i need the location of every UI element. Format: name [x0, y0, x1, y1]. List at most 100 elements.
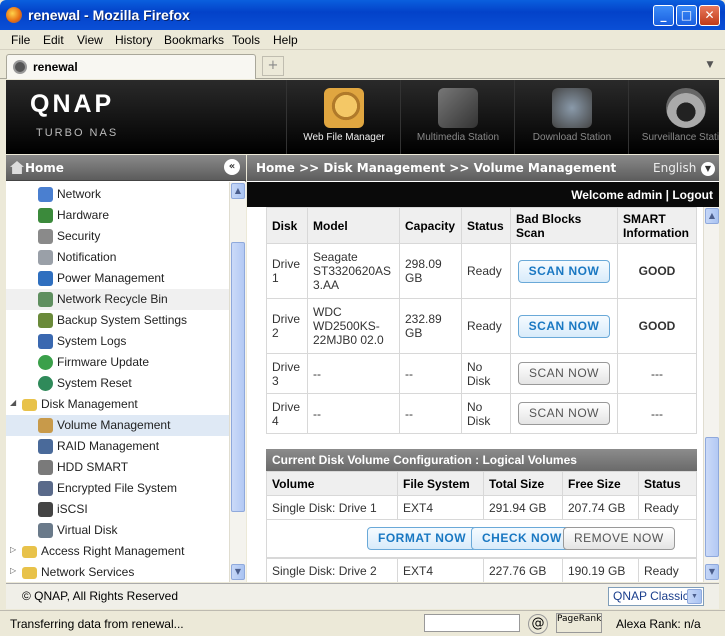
sidebar-item-network-recycle-bin[interactable]: Network Recycle Bin [6, 289, 230, 310]
sidebar-scrollbar[interactable]: ▲ ▼ [229, 182, 246, 582]
sidebar-item-system-logs[interactable]: System Logs [6, 331, 230, 352]
check-now-button[interactable]: CHECK NOW [471, 527, 573, 550]
sidebar-item-system-reset[interactable]: System Reset [6, 373, 230, 394]
alexa-rank: Alexa Rank: n/a [616, 617, 701, 631]
qnap-subtitle: Turbo NAS [36, 127, 119, 139]
collapse-arrow-icon[interactable]: ◢ [10, 398, 16, 407]
page-footer: © QNAP, All Rights Reserved QNAP Classic… [6, 583, 719, 609]
menu-file[interactable]: File [11, 33, 30, 47]
column-header-smart: SMART Information [617, 207, 697, 244]
scan-now-button[interactable]: SCAN NOW [517, 259, 611, 283]
table-row: Single Disk: Drive 2 EXT4 227.76 GB 190.… [266, 558, 697, 582]
scan-now-button[interactable]: SCAN NOW [518, 402, 610, 425]
app-download-station[interactable]: Download Station [514, 80, 628, 154]
at-icon[interactable]: @ [528, 614, 548, 634]
folder-icon [22, 567, 37, 579]
status-text: Transferring data from renewal... [10, 617, 184, 631]
backup-icon [38, 313, 53, 328]
menu-edit[interactable]: Edit [43, 33, 64, 47]
qnap-header: QNAP Turbo NAS Web File Manager Multimed… [6, 80, 719, 154]
sidebar-item-hardware[interactable]: Hardware [6, 205, 230, 226]
sidebar-item-access-right-management[interactable]: ▷ Access Right Management [6, 541, 230, 562]
sidebar-item-network-services[interactable]: ▷ Network Services [6, 562, 230, 582]
volume-icon [38, 418, 53, 433]
menu-bookmarks[interactable]: Bookmarks [164, 33, 224, 47]
table-row: Drive 3 -- -- No Disk SCAN NOW --- [266, 353, 697, 394]
app-surveillance-station[interactable]: Surveillance Station [628, 80, 719, 154]
sidebar-item-virtual-disk[interactable]: Virtual Disk [6, 520, 230, 541]
sidebar-item-iscsi[interactable]: iSCSI [6, 499, 230, 520]
iscsi-icon [38, 502, 53, 517]
sidebar-item-encrypted-file-system[interactable]: Encrypted File System [6, 478, 230, 499]
app-multimedia-station[interactable]: Multimedia Station [400, 80, 514, 154]
column-header-free-size: Free Size [562, 471, 639, 496]
main-scrollbar[interactable]: ▲ ▼ [703, 207, 719, 582]
format-now-button[interactable]: FORMAT NOW [367, 527, 478, 550]
sidebar-tree: Network Hardware Security Notification P… [6, 182, 230, 582]
sidebar-item-firmware-update[interactable]: Firmware Update [6, 352, 230, 373]
table-row: Drive 1 Seagate ST3320620AS 3.AA 298.09 … [266, 243, 697, 299]
sidebar-item-power-management[interactable]: Power Management [6, 268, 230, 289]
sidebar-header: Home « [6, 155, 246, 181]
smart-status: GOOD [617, 243, 697, 299]
main-panel: Home >> Disk Management >> Volume Manage… [247, 155, 719, 582]
window-title: renewal - Mozilla Firefox [28, 7, 190, 23]
virtual-disk-icon [38, 523, 53, 538]
volume-actions: FORMAT NOW CHECK NOW REMOVE NOW [266, 520, 697, 558]
scroll-down-icon[interactable]: ▼ [705, 564, 719, 580]
menu-help[interactable]: Help [273, 33, 298, 47]
minimize-button[interactable]: _ [653, 5, 674, 26]
scroll-up-icon[interactable]: ▲ [231, 183, 245, 199]
scroll-down-icon[interactable]: ▼ [231, 564, 245, 580]
menu-view[interactable]: View [77, 33, 103, 47]
raid-icon [38, 439, 53, 454]
sidebar-item-disk-management[interactable]: ◢ Disk Management [6, 394, 230, 415]
reset-icon [38, 376, 53, 391]
theme-select[interactable]: QNAP Classic ▼ [608, 587, 704, 606]
menu-history[interactable]: History [115, 33, 152, 47]
chevron-down-icon[interactable]: ▼ [687, 589, 702, 604]
maximize-button[interactable]: □ [676, 5, 697, 26]
logical-volumes-table-continued: Single Disk: Drive 2 EXT4 227.76 GB 190.… [266, 558, 697, 582]
scan-now-button[interactable]: SCAN NOW [518, 362, 610, 385]
network-icon [38, 187, 53, 202]
firefox-icon [6, 7, 22, 23]
language-label[interactable]: English [653, 161, 696, 175]
column-header-volume-status: Status [638, 471, 697, 496]
sidebar-item-backup-system-settings[interactable]: Backup System Settings [6, 310, 230, 331]
sidebar-item-network[interactable]: Network [6, 184, 230, 205]
sidebar-item-volume-management[interactable]: Volume Management [6, 415, 230, 436]
tab-list-arrow-icon[interactable]: ▼ [703, 60, 717, 72]
scrollbar-thumb[interactable] [705, 437, 719, 557]
pagerank-widget[interactable]: PageRank [556, 613, 602, 633]
app-web-file-manager[interactable]: Web File Manager [286, 80, 400, 154]
firmware-icon [38, 355, 53, 370]
sidebar-item-notification[interactable]: Notification [6, 247, 230, 268]
notification-icon [38, 250, 53, 265]
menu-tools[interactable]: Tools [232, 33, 260, 47]
remove-now-button[interactable]: REMOVE NOW [563, 527, 675, 550]
security-icon [38, 229, 53, 244]
language-dropdown-icon[interactable]: ▼ [701, 162, 715, 176]
expand-arrow-icon[interactable]: ▷ [10, 545, 16, 554]
collapse-sidebar-button[interactable]: « [224, 159, 240, 175]
table-row: Single Disk: Drive 1 EXT4 291.94 GB 207.… [266, 495, 697, 520]
sidebar-title[interactable]: Home [25, 161, 64, 175]
logs-icon [38, 334, 53, 349]
welcome-text[interactable]: Welcome admin | Logout [571, 188, 713, 202]
sidebar-item-security[interactable]: Security [6, 226, 230, 247]
power-icon [38, 271, 53, 286]
encrypted-icon [38, 481, 53, 496]
sidebar-item-raid-management[interactable]: RAID Management [6, 436, 230, 457]
new-tab-button[interactable]: + [262, 56, 284, 76]
tab-renewal[interactable]: renewal [6, 54, 256, 79]
breadcrumb: Home >> Disk Management >> Volume Manage… [256, 161, 617, 175]
sidebar-item-hdd-smart[interactable]: HDD SMART [6, 457, 230, 478]
expand-arrow-icon[interactable]: ▷ [10, 566, 16, 575]
close-button[interactable]: ✕ [699, 5, 720, 26]
download-station-icon [552, 88, 592, 128]
scan-now-button[interactable]: SCAN NOW [517, 314, 611, 338]
column-header-file-system: File System [397, 471, 484, 496]
scroll-up-icon[interactable]: ▲ [705, 208, 719, 224]
scrollbar-thumb[interactable] [231, 242, 245, 512]
